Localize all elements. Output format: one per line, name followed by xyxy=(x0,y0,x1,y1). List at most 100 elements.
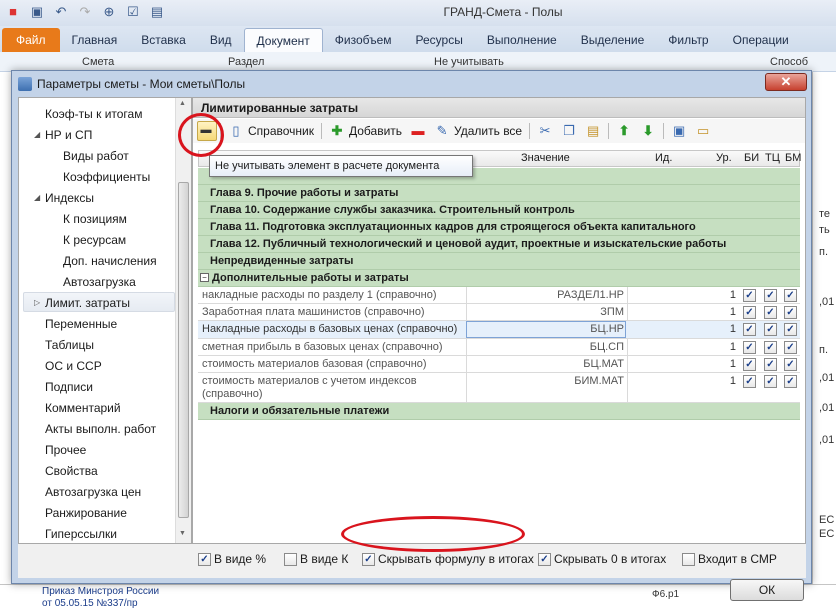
option-checkbox[interactable]: ✓ xyxy=(538,552,551,566)
column-level-header[interactable]: Ур. xyxy=(716,152,732,164)
nav-item-other[interactable]: Прочее xyxy=(45,440,86,460)
bg-bottom-link[interactable]: Приказ Минстроя России xyxy=(42,586,159,597)
nav-item-os-ssr[interactable]: ОС и ССР xyxy=(45,356,102,376)
table-row[interactable]: накладные расходы по разделу 1 (справочн… xyxy=(198,287,800,304)
tab-operations[interactable]: Операции xyxy=(721,28,801,52)
nav-item-coef-totals[interactable]: Коэф-ты к итогам xyxy=(45,104,142,124)
option-hide-zero[interactable]: ✓ Скрывать 0 в итогах xyxy=(538,552,666,566)
bi-checkbox[interactable]: ✓ xyxy=(743,306,756,319)
nav-item-to-positions[interactable]: К позициям xyxy=(63,209,127,229)
nav-item-hyperlinks[interactable]: Гиперссылки xyxy=(45,524,117,543)
scroll-thumb[interactable] xyxy=(178,182,189,518)
group-row[interactable]: Глава 10. Содержание службы заказчика. С… xyxy=(198,202,800,219)
ribbon-smeta-button[interactable]: Смета xyxy=(82,56,114,68)
tc-checkbox[interactable]: ✓ xyxy=(764,306,777,319)
tab-home[interactable]: Главная xyxy=(60,28,130,52)
tab-document[interactable]: Документ xyxy=(243,28,323,52)
column-bm-header[interactable]: БМ xyxy=(785,152,801,164)
expanded-triangle-icon[interactable]: ◢ xyxy=(34,125,40,145)
move-down-button[interactable]: ⬇ xyxy=(636,120,660,142)
delete-all-button[interactable]: ✎ Удалить все xyxy=(430,120,526,142)
bm-checkbox[interactable]: ✓ xyxy=(784,375,797,388)
nav-item-indexes[interactable]: ◢ Индексы xyxy=(34,188,94,208)
save-button[interactable]: ▣ xyxy=(667,120,691,142)
nav-item-signatures[interactable]: Подписи xyxy=(45,377,93,397)
reference-button[interactable]: ▯ Справочник xyxy=(224,120,318,142)
nav-item-properties[interactable]: Свойства xyxy=(45,461,98,481)
tab-file[interactable]: Файл xyxy=(2,28,60,52)
table-row[interactable]: Заработная плата машинистов (справочно) … xyxy=(198,304,800,321)
bi-checkbox[interactable]: ✓ xyxy=(743,289,756,302)
tab-execution[interactable]: Выполнение xyxy=(475,28,569,52)
option-included-smr[interactable]: Входит в СМР xyxy=(682,552,777,566)
bm-checkbox[interactable]: ✓ xyxy=(784,341,797,354)
option-checkbox[interactable] xyxy=(284,552,297,566)
nav-item-extra-charges[interactable]: Доп. начисления xyxy=(63,251,157,271)
tc-checkbox[interactable]: ✓ xyxy=(764,289,777,302)
collapse-minus-icon[interactable]: − xyxy=(200,273,209,282)
group-row[interactable]: Глава 9. Прочие работы и затраты xyxy=(198,185,800,202)
bi-checkbox[interactable]: ✓ xyxy=(743,323,756,336)
bi-checkbox[interactable]: ✓ xyxy=(743,341,756,354)
collapsed-triangle-icon[interactable]: ▷ xyxy=(34,293,40,313)
nav-item-variables[interactable]: Переменные xyxy=(45,314,117,334)
add-button[interactable]: ✚ Добавить xyxy=(325,120,406,142)
tab-view[interactable]: Вид xyxy=(198,28,244,52)
tab-selection[interactable]: Выделение xyxy=(569,28,657,52)
group-row[interactable]: Глава 11. Подготовка эксплуатационных ка… xyxy=(198,219,800,236)
nav-item-price-autoload[interactable]: Автозагрузка цен xyxy=(45,482,141,502)
bm-checkbox[interactable]: ✓ xyxy=(784,289,797,302)
tc-checkbox[interactable]: ✓ xyxy=(764,323,777,336)
tab-physical-volume[interactable]: Физобъем xyxy=(323,28,404,52)
delete-button[interactable]: ▬ xyxy=(406,120,430,142)
tc-checkbox[interactable]: ✓ xyxy=(764,358,777,371)
group-row[interactable]: Глава 12. Публичный технологический и це… xyxy=(198,236,800,253)
expanded-triangle-icon[interactable]: ◢ xyxy=(34,188,40,208)
option-checkbox[interactable]: ✓ xyxy=(362,552,375,566)
table-row[interactable]: сметная прибыль в базовых ценах (справоч… xyxy=(198,339,800,356)
nav-scrollbar[interactable]: ▲ ▼ xyxy=(175,98,191,543)
option-percent[interactable]: ✓ В виде % xyxy=(198,552,266,566)
nav-item-tables[interactable]: Таблицы xyxy=(45,335,94,355)
option-hide-formula[interactable]: ✓ Скрывать формулу в итогах xyxy=(362,552,534,566)
open-button[interactable]: ▭ xyxy=(691,120,715,142)
tc-checkbox[interactable]: ✓ xyxy=(764,375,777,388)
tc-checkbox[interactable]: ✓ xyxy=(764,341,777,354)
bi-checkbox[interactable]: ✓ xyxy=(743,358,756,371)
group-row[interactable]: − Дополнительные работы и затраты xyxy=(198,270,800,287)
bm-checkbox[interactable]: ✓ xyxy=(784,323,797,336)
option-coefficient[interactable]: В виде К xyxy=(284,552,348,566)
table-row-selected[interactable]: Накладные расходы в базовых ценах (справ… xyxy=(198,321,800,339)
nav-item-work-types[interactable]: Виды работ xyxy=(63,146,129,166)
group-row[interactable]: Непредвиденные затраты xyxy=(198,253,800,270)
scroll-down-icon[interactable]: ▼ xyxy=(179,530,186,537)
nav-item-comment[interactable]: Комментарий xyxy=(45,398,121,418)
option-checkbox[interactable] xyxy=(682,552,695,566)
nav-item-nr-sp[interactable]: ◢ НР и СП xyxy=(34,125,92,145)
tab-filter[interactable]: Фильтр xyxy=(656,28,720,52)
column-value-header[interactable]: Значение xyxy=(521,152,570,164)
bm-checkbox[interactable]: ✓ xyxy=(784,306,797,319)
nav-item-coefficients[interactable]: Коэффициенты xyxy=(63,167,150,187)
nav-item-acts[interactable]: Акты выполн. работ xyxy=(45,419,156,439)
nav-item-to-resources[interactable]: К ресурсам xyxy=(63,230,126,250)
nav-item-ranking[interactable]: Ранжирование xyxy=(45,503,127,523)
table-row[interactable]: стоимость материалов базовая (справочно)… xyxy=(198,356,800,373)
column-id-header[interactable]: Ид. xyxy=(655,152,672,164)
column-bi-header[interactable]: БИ xyxy=(744,152,759,164)
bm-checkbox[interactable]: ✓ xyxy=(784,358,797,371)
tab-resources[interactable]: Ресурсы xyxy=(404,28,475,52)
bi-checkbox[interactable]: ✓ xyxy=(743,375,756,388)
ok-button[interactable]: ОК xyxy=(730,579,804,601)
bg-bottom-link[interactable]: от 05.05.15 №337/пр xyxy=(42,598,138,609)
group-row[interactable]: Налоги и обязательные платежи xyxy=(198,403,800,420)
nav-item-limited-costs[interactable]: ▷ Лимит. затраты xyxy=(23,292,175,312)
scroll-up-icon[interactable]: ▲ xyxy=(179,100,186,107)
move-up-button[interactable]: ⬆ xyxy=(612,120,636,142)
ribbon-ne-uchityvat-button[interactable]: Не учитывать xyxy=(434,56,504,68)
column-tc-header[interactable]: ТЦ xyxy=(765,152,780,164)
cut-button[interactable]: ✂ xyxy=(533,120,557,142)
nav-item-autoload[interactable]: Автозагрузка xyxy=(63,272,136,292)
table-row[interactable]: стоимость материалов с учетом индексов (… xyxy=(198,373,800,403)
tab-insert[interactable]: Вставка xyxy=(129,28,198,52)
